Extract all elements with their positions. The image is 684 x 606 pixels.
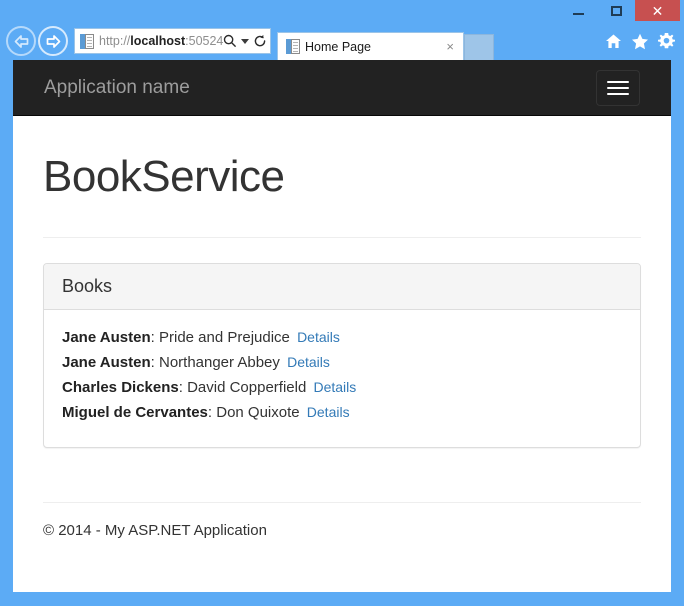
- new-tab-button[interactable]: [464, 34, 494, 60]
- book-row: Charles Dickens: David Copperfield Detai…: [62, 375, 622, 400]
- header-divider: [43, 237, 641, 239]
- footer-divider: [43, 502, 641, 504]
- forward-button[interactable]: [38, 26, 68, 56]
- url-path: :50524/H: [185, 34, 223, 48]
- back-arrow-icon: [14, 34, 28, 48]
- book-title: Don Quixote: [212, 404, 304, 422]
- chevron-down-icon[interactable]: [241, 38, 249, 44]
- window-controls: ✕: [559, 0, 680, 21]
- search-icon[interactable]: [223, 34, 237, 48]
- book-title: David Copperfield: [182, 379, 311, 397]
- page-viewport: Application name BookService Books Jane …: [13, 60, 671, 592]
- tab-title: Home Page: [305, 39, 372, 54]
- minimize-icon: [572, 13, 584, 15]
- panel-heading: Books: [44, 264, 640, 311]
- hamburger-icon-bar: [607, 86, 629, 89]
- hamburger-icon-bar: [607, 92, 629, 95]
- page-favicon-icon: [80, 33, 95, 50]
- book-title: Northanger Abbey: [154, 354, 285, 372]
- url-text: http://localhost:50524/H: [99, 29, 223, 53]
- book-details-link[interactable]: Details: [313, 379, 356, 395]
- close-button[interactable]: ✕: [635, 0, 680, 21]
- address-bar-icons: [223, 34, 267, 48]
- book-row: Jane Austen: Pride and Prejudice Details: [62, 325, 622, 350]
- footer-text: © 2014 - My ASP.NET Application: [43, 522, 267, 540]
- page-container: BookService Books Jane Austen: Pride and…: [13, 152, 671, 540]
- book-row: Miguel de Cervantes: Don Quixote Details: [62, 400, 622, 425]
- book-details-link[interactable]: Details: [307, 404, 350, 420]
- favorites-star-icon[interactable]: [631, 33, 649, 50]
- book-details-link[interactable]: Details: [287, 354, 330, 370]
- tab-strip: Home Page ×: [277, 22, 494, 60]
- navigation-arrows: [6, 26, 68, 56]
- address-bar[interactable]: http://localhost:50524/H: [74, 28, 271, 54]
- url-scheme: http://: [99, 34, 131, 48]
- settings-gear-icon[interactable]: [658, 32, 675, 50]
- minimize-button[interactable]: [559, 0, 597, 21]
- book-author: Miguel de Cervantes: [62, 404, 208, 422]
- tab-favicon-icon: [286, 38, 301, 55]
- url-host: localhost: [130, 34, 186, 48]
- navbar-toggle-button[interactable]: [596, 69, 640, 106]
- hamburger-icon-bar: [607, 80, 629, 83]
- book-title: Pride and Prejudice: [154, 329, 295, 347]
- browser-window: ✕ http://localhost:50524/H: [0, 0, 684, 606]
- window-titlebar: ✕: [0, 0, 684, 22]
- browser-toolbar: http://localhost:50524/H Home Page: [0, 22, 684, 60]
- home-icon[interactable]: [605, 33, 622, 50]
- back-button[interactable]: [6, 26, 36, 56]
- books-panel: Books Jane Austen: Pride and Prejudice D…: [43, 263, 641, 449]
- tab-close-icon[interactable]: ×: [443, 40, 457, 53]
- maximize-button[interactable]: [597, 0, 635, 21]
- book-author: Charles Dickens: [62, 379, 179, 397]
- tab-home-page[interactable]: Home Page ×: [277, 32, 464, 60]
- maximize-icon: [610, 5, 622, 16]
- site-navbar: Application name: [13, 60, 671, 116]
- panel-title: Books: [62, 276, 113, 297]
- navbar-brand[interactable]: Application name: [44, 78, 190, 97]
- refresh-icon[interactable]: [253, 34, 267, 48]
- books-list: Jane Austen: Pride and Prejudice Details…: [44, 310, 640, 447]
- close-icon: ✕: [651, 2, 664, 19]
- browser-action-icons: [605, 32, 675, 50]
- book-row: Jane Austen: Northanger Abbey Details: [62, 350, 622, 375]
- page-title: BookService: [43, 152, 285, 201]
- book-author: Jane Austen: [62, 354, 151, 372]
- book-author: Jane Austen: [62, 329, 151, 347]
- forward-arrow-icon: [46, 34, 60, 48]
- book-details-link[interactable]: Details: [297, 329, 340, 345]
